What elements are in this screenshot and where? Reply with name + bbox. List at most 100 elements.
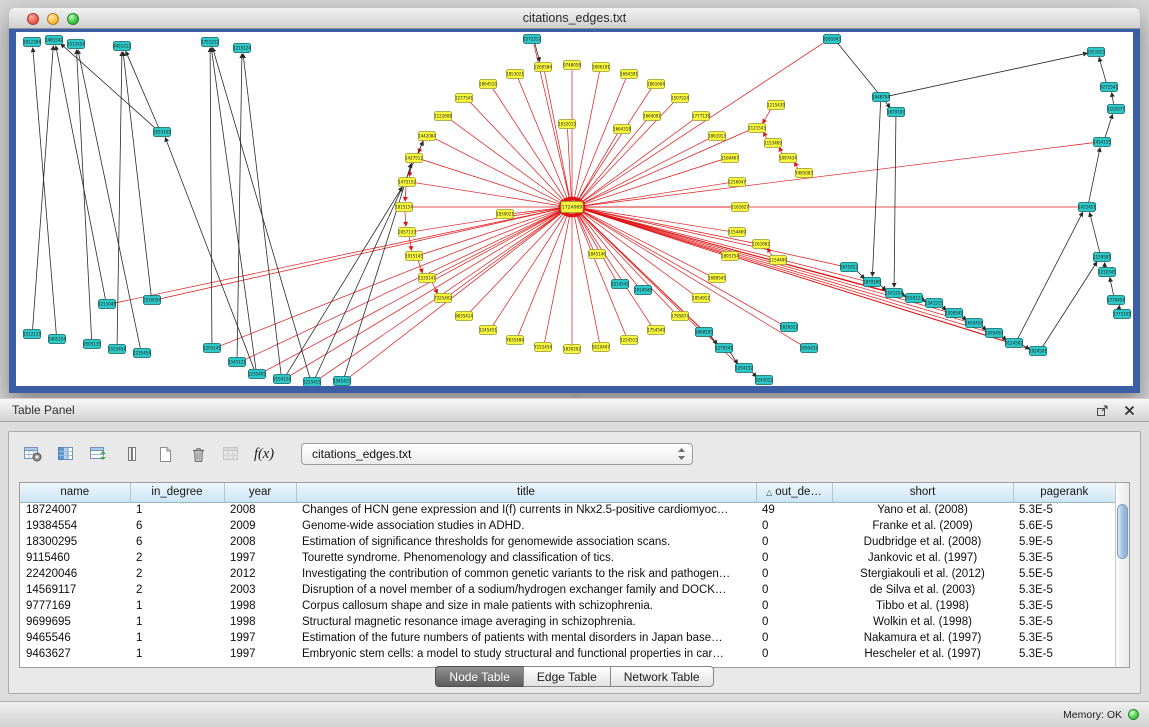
combo-arrows-icon bbox=[677, 447, 686, 461]
graph-node-label: 1845146 bbox=[588, 252, 606, 257]
table-row[interactable]: 1456911722003Disruption of a novel membe… bbox=[20, 582, 1115, 598]
graph-node-label: 1154469 bbox=[728, 230, 746, 235]
graph-node-label: 9220447 bbox=[592, 345, 610, 350]
graph-node-label: 7635484 bbox=[506, 338, 524, 343]
column-header-name[interactable]: name bbox=[20, 483, 130, 502]
graph-node-label: 1205145 bbox=[203, 346, 221, 351]
add-column-button[interactable] bbox=[120, 444, 144, 464]
graph-edge bbox=[165, 138, 254, 370]
graph-node-label: 1427512 bbox=[405, 156, 423, 161]
graph-node-label: 1425451 bbox=[1078, 205, 1096, 210]
table-settings-button[interactable] bbox=[21, 444, 45, 464]
table-row[interactable]: 1830029562008Estimation of significance … bbox=[20, 534, 1115, 550]
memory-status-label: Memory: OK bbox=[1063, 709, 1122, 721]
close-panel-button[interactable] bbox=[1122, 403, 1137, 418]
graph-edge bbox=[577, 212, 616, 280]
new-document-button[interactable] bbox=[153, 444, 177, 464]
status-bar: Memory: OK bbox=[0, 701, 1149, 727]
graph-node-label: 1879197 bbox=[887, 110, 905, 115]
traffic-lights bbox=[27, 13, 79, 25]
graph-edge bbox=[33, 48, 57, 334]
graph-edge bbox=[577, 88, 651, 202]
graph-edge bbox=[1090, 213, 1100, 253]
tab-network-table[interactable]: Network Table bbox=[610, 666, 714, 687]
graph-node-label: 9635414 bbox=[455, 314, 473, 319]
graph-node-label: 1535141 bbox=[418, 276, 436, 281]
table-selector[interactable]: citations_edges.txt bbox=[301, 443, 693, 465]
table-row[interactable]: 911546021997Tourette syndrome. Phenomeno… bbox=[20, 550, 1115, 566]
delete-button[interactable] bbox=[186, 444, 210, 464]
import-rows-button[interactable] bbox=[87, 444, 111, 464]
graph-node-label: 1545415 bbox=[333, 379, 351, 384]
table-row[interactable]: 2242004622012Investigating the contribut… bbox=[20, 566, 1115, 582]
graph-node-label: 8181043 bbox=[823, 37, 841, 42]
splitter-handle[interactable] bbox=[570, 394, 579, 397]
graph-edge bbox=[210, 48, 212, 343]
graph-node-label: 1861604 bbox=[647, 82, 665, 87]
graph-node-label: 9154154 bbox=[273, 377, 291, 382]
graph-edge bbox=[1119, 306, 1120, 310]
graph-edge bbox=[889, 53, 1087, 96]
graph-edge bbox=[470, 211, 566, 312]
graph-edge bbox=[581, 209, 865, 281]
graph-edge bbox=[213, 48, 310, 378]
scrollbar-thumb[interactable] bbox=[1117, 504, 1128, 559]
minimize-window-button[interactable] bbox=[47, 13, 59, 25]
column-header-pagerank[interactable]: pagerank bbox=[1013, 483, 1115, 502]
graph-edge bbox=[237, 54, 242, 357]
graph-edge bbox=[581, 209, 967, 322]
graph-node-label: 1224515 bbox=[620, 338, 638, 343]
tab-edge-table[interactable]: Edge Table bbox=[523, 666, 611, 687]
graph-edge bbox=[422, 209, 564, 255]
network-window: citations_edges.txt 17240691853021226058… bbox=[9, 8, 1140, 393]
graph-node-label: 1235405 bbox=[248, 372, 266, 377]
graph-node-label: 1475152 bbox=[398, 180, 416, 185]
table-row[interactable]: 946554611997Estimation of the future num… bbox=[20, 630, 1115, 646]
graph-node-label: 1442084 bbox=[418, 134, 436, 139]
graph-node-label: 1405154 bbox=[48, 337, 66, 342]
graph-node-label: 1754549 bbox=[647, 328, 665, 333]
graph-node-label: 1914549 bbox=[634, 288, 652, 293]
graph-node-label: 1668105 bbox=[695, 330, 713, 335]
merge-table-button[interactable] bbox=[219, 444, 243, 464]
tab-node-table[interactable]: Node Table bbox=[435, 666, 524, 687]
zoom-window-button[interactable] bbox=[67, 13, 79, 25]
node-table-view: namein_degreeyeartitle△out_de…shortpager… bbox=[19, 482, 1130, 668]
graph-node-label: 1770454 bbox=[1107, 298, 1125, 303]
column-header-title[interactable]: title bbox=[296, 483, 756, 502]
column-header-year[interactable]: year bbox=[224, 483, 296, 502]
table-panel-header: Table Panel bbox=[0, 398, 1149, 422]
function-builder-button[interactable]: f(x) bbox=[252, 444, 276, 464]
graph-node-label: 1541254 bbox=[885, 291, 903, 296]
graph-node-label: 1751212 bbox=[201, 40, 219, 45]
window-titlebar[interactable]: citations_edges.txt bbox=[9, 8, 1140, 29]
show-columns-button[interactable] bbox=[54, 444, 78, 464]
graph-edge bbox=[405, 212, 406, 226]
graph-edge bbox=[1089, 148, 1100, 202]
graph-edge bbox=[872, 102, 880, 276]
node-table: namein_degreeyeartitle△out_de…shortpager… bbox=[20, 483, 1115, 662]
network-graph[interactable]: 1724069185302122605849748058169619116643… bbox=[16, 32, 1133, 386]
table-row[interactable]: 969969511998Structural magnetic resonanc… bbox=[20, 614, 1115, 630]
graph-edge bbox=[545, 72, 571, 201]
function-icon: f(x) bbox=[254, 446, 274, 463]
table-row[interactable]: 1938455462009Genome-wide association stu… bbox=[20, 518, 1115, 534]
graph-node-label: 5572312 bbox=[523, 37, 541, 42]
column-header-out_degree[interactable]: △out_de… bbox=[756, 483, 832, 502]
close-window-button[interactable] bbox=[27, 13, 39, 25]
vertical-scrollbar[interactable] bbox=[1115, 483, 1129, 667]
network-canvas[interactable]: 1724069185302122605849748058169619116643… bbox=[16, 32, 1133, 386]
graph-node-label: 1160467 bbox=[721, 156, 739, 161]
table-row[interactable]: 1872400712008Changes of HCN gene express… bbox=[20, 502, 1115, 518]
table-row[interactable]: 946362711997Embryonic stem cells: a mode… bbox=[20, 646, 1115, 662]
table-row[interactable]: 977716911998Corpus callosum shape and si… bbox=[20, 598, 1115, 614]
column-header-in_degree[interactable]: in_degree bbox=[130, 483, 224, 502]
graph-node-label: 2057133 bbox=[398, 230, 416, 235]
graph-node-label: 1626312 bbox=[780, 325, 798, 330]
graph-node-label: 1664318 bbox=[613, 127, 631, 132]
column-header-short[interactable]: short bbox=[832, 483, 1013, 502]
graph-edge bbox=[289, 210, 564, 376]
float-panel-button[interactable] bbox=[1095, 403, 1110, 418]
table-panel-body: f(x) citations_edges.txt namein_degreeye… bbox=[8, 431, 1141, 694]
graph-node-label: 7152454 bbox=[534, 345, 552, 350]
